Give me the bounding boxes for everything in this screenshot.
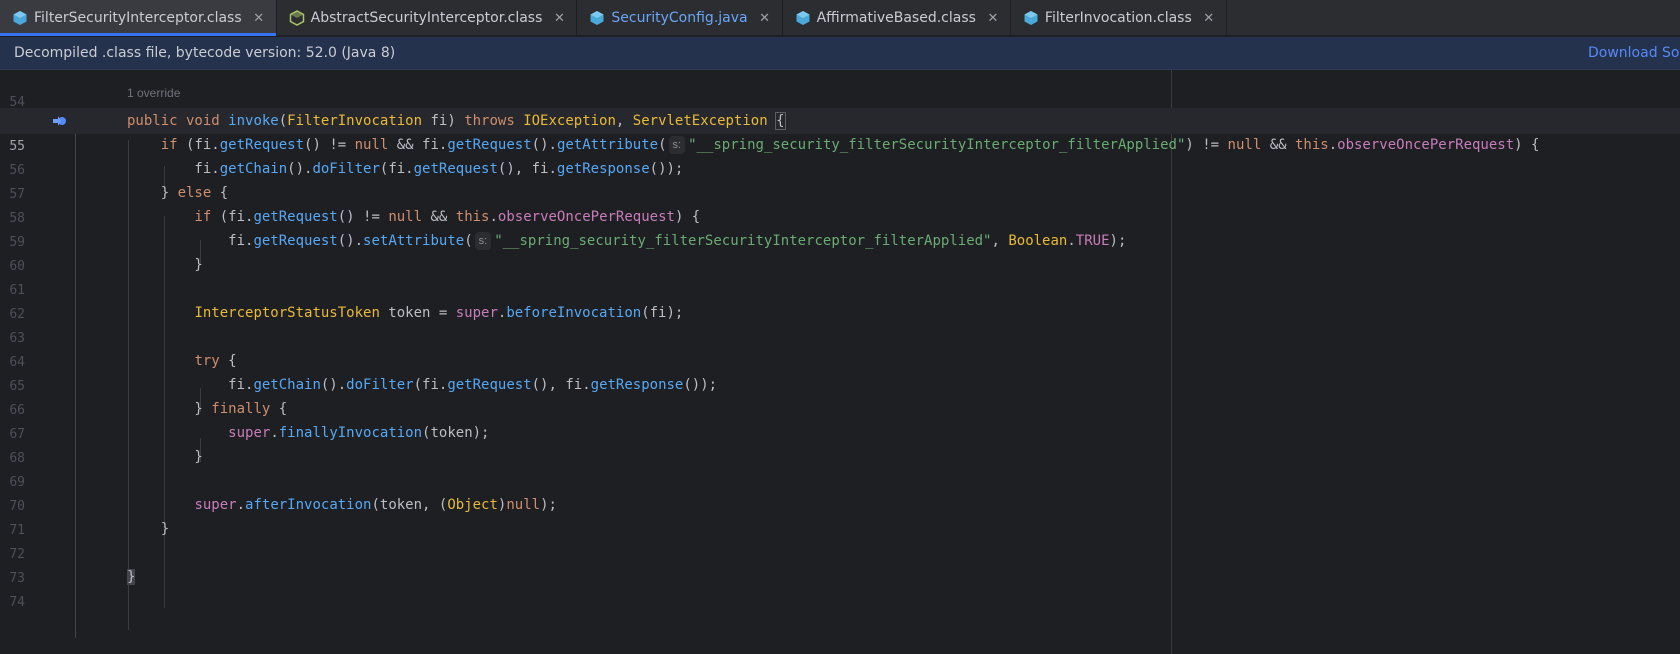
code-text: InterceptorStatusToken token = super.bef…	[194, 305, 684, 321]
tab-label: FilterSecurityInterceptor.class	[34, 10, 242, 26]
code-text: public void invoke(FilterInvocation fi) …	[127, 112, 786, 130]
code-text: try {	[194, 353, 237, 369]
code-line: 64	[0, 324, 1680, 370]
tab-label: AffirmativeBased.class	[816, 10, 976, 26]
code-text: } else {	[127, 185, 229, 201]
code-line: 55 public void invoke(FilterInvocation f…	[0, 108, 1680, 154]
tab-label: FilterInvocation.class	[1044, 10, 1192, 26]
tab-security-config[interactable]: SecurityConfig.java ✕	[577, 0, 783, 36]
code-text: fi.getChain().doFilter(fi.getRequest(), …	[127, 377, 718, 393]
code-line: 60 fi.getRequest().setAttribute(s: "__spr…	[0, 228, 1680, 274]
code-text: }	[127, 569, 136, 585]
close-icon[interactable]: ✕	[252, 11, 266, 26]
code-text: if (fi.getRequest() != null && this.obse…	[194, 209, 701, 225]
code-line: 63 InterceptorStatusToken token = super.…	[0, 300, 1680, 346]
code-line: 69 }	[0, 444, 1680, 490]
code-text: }	[127, 521, 170, 537]
class-file-icon	[796, 11, 810, 25]
code-text: super.finallyInvocation(token);	[228, 425, 490, 441]
code-text: }	[127, 449, 203, 465]
class-file-icon	[590, 11, 604, 25]
code-line: 68 super.finallyInvocation(token);	[0, 420, 1680, 466]
code-line: 57 fi.getChain().doFilter(fi.getRequest(…	[0, 156, 1680, 202]
override-hint[interactable]: 1 override	[127, 86, 180, 100]
code-line: 56 if (fi.getRequest() != null && fi.get…	[0, 132, 1680, 178]
close-icon[interactable]: ✕	[552, 11, 566, 26]
tab-filter-invocation[interactable]: FilterInvocation.class ✕	[1011, 0, 1227, 36]
code-text: super.afterInvocation(token, (Object)nul…	[194, 497, 557, 513]
code-text: } finally {	[127, 401, 288, 417]
code-line: 74 }	[0, 564, 1680, 610]
code-line: 61 }	[0, 252, 1680, 298]
close-icon[interactable]: ✕	[986, 11, 1000, 26]
parameter-inlay-hint: s:	[474, 232, 492, 250]
code-line: 67 } finally {	[0, 396, 1680, 442]
decompiled-banner: Decompiled .class file, bytecode version…	[0, 37, 1680, 70]
download-sources-link[interactable]: Download Sources	[1588, 45, 1680, 61]
code-line: 73	[0, 540, 1680, 586]
code-editor[interactable]: 54 1 override 55 public void invoke(Filt…	[0, 70, 1680, 654]
code-line: 59 if (fi.getRequest() != null && this.o…	[0, 204, 1680, 250]
code-text: if (fi.getRequest() != null && fi.getReq…	[160, 136, 1540, 154]
code-line: 58 } else {	[0, 180, 1680, 226]
tab-filter-security-interceptor[interactable]: FilterSecurityInterceptor.class ✕	[0, 0, 277, 36]
line-number: 74	[9, 595, 25, 610]
code-text: fi.getRequest().setAttribute(s: "__spring…	[127, 232, 1127, 250]
parameter-inlay-hint: s:	[668, 136, 686, 154]
code-text: }	[127, 257, 203, 273]
abstract-class-icon	[289, 10, 304, 26]
code-line: 62	[0, 276, 1680, 322]
code-line: 54	[0, 70, 1680, 110]
code-line: 70	[0, 468, 1680, 514]
overridden-method-icon[interactable]	[52, 114, 68, 128]
code-line: 72 }	[0, 516, 1680, 562]
tab-label: AbstractSecurityInterceptor.class	[310, 10, 543, 26]
close-icon[interactable]: ✕	[1202, 11, 1216, 26]
tab-affirmative-based[interactable]: AffirmativeBased.class ✕	[783, 0, 1011, 36]
code-text: fi.getChain().doFilter(fi.getRequest(), …	[127, 161, 684, 177]
editor-tab-bar: FilterSecurityInterceptor.class ✕ Abstra…	[0, 0, 1680, 36]
close-icon[interactable]: ✕	[758, 11, 772, 26]
tab-abstract-security-interceptor[interactable]: AbstractSecurityInterceptor.class ✕	[277, 0, 578, 36]
code-line: 65 try {	[0, 348, 1680, 394]
tab-label: SecurityConfig.java	[611, 10, 748, 26]
banner-text: Decompiled .class file, bytecode version…	[14, 45, 396, 61]
code-line: 66 fi.getChain().doFilter(fi.getRequest(…	[0, 372, 1680, 418]
code-line: 71 super.afterInvocation(token, (Object)…	[0, 492, 1680, 538]
class-file-icon	[13, 11, 27, 25]
class-file-icon	[1024, 11, 1038, 25]
